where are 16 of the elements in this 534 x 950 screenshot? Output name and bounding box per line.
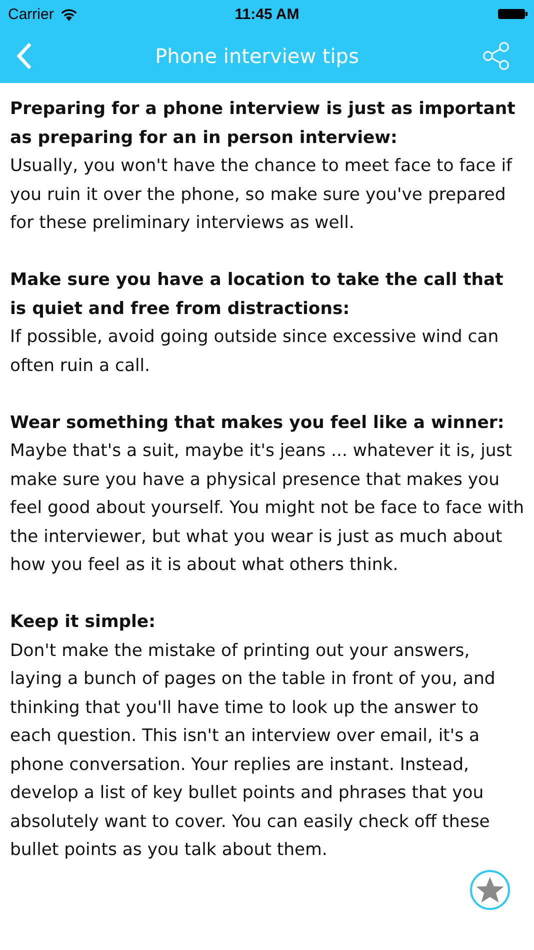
share-icon[interactable] — [482, 42, 512, 70]
tip-text: Maybe that's a suit, maybe it's jeans ... whatever it is, just make sure you have a physical presence that makes you feel good about yourself. You might not be face to face with the interviewer, but what you wear is just as much about how you feel as it is about what others think. — [10, 440, 524, 577]
favorite-button[interactable] — [470, 870, 510, 910]
wifi-icon — [60, 8, 78, 20]
tip-heading: Make sure you have a location to take the call that is quiet and free from distractions: — [10, 269, 504, 320]
carrier-label: Carrier — [8, 6, 54, 22]
tip-heading: Wear something that makes you feel like a winner: — [10, 412, 506, 434]
tip-text: Don't make the mistake of printing out your answers, laying a bunch of pages on the table in front of you, and thinking that you'll have time to look up the answer to each question. This isn't an interview over email, it's a phone conversation. Your replies are instant. Instead, develop a list of key bullet points and phrases that you absolutely want to cover. You can easily check off these bullet points as you talk about them. — [10, 640, 496, 862]
tip-heading: Keep it simple: — [10, 611, 156, 634]
page-title: Phone interview tips — [155, 44, 359, 68]
back-icon[interactable] — [16, 42, 32, 70]
battery-icon — [498, 8, 528, 20]
tip-text: If possible, avoid going outside since excessive wind can often ruin a call. — [10, 326, 500, 378]
tip-heading: Preparing for a phone interview is just as important as preparing for an in person interview: — [10, 98, 516, 150]
tip-text: Usually, you won't have the chance to meet face to face if you ruin it over the phone, so make sure you've prepared for these preliminary interviews as well. — [10, 155, 514, 235]
status-time: 11:45 AM — [234, 6, 300, 23]
